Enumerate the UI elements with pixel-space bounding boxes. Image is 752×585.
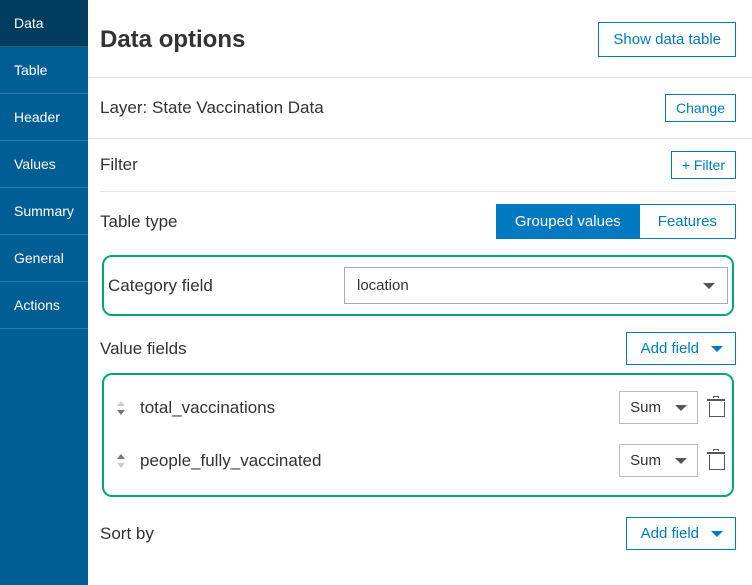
chevron-down-icon — [675, 458, 687, 464]
sidebar-item-general[interactable]: General — [0, 235, 88, 282]
value-field-row: people_fully_vaccinated Sum — [110, 434, 726, 487]
value-field-name: total_vaccinations — [140, 398, 609, 418]
value-fields-header: Value fields Add field — [100, 330, 736, 369]
chevron-down-icon — [703, 283, 715, 289]
layer-prefix: Layer: — [100, 98, 152, 117]
show-data-table-button[interactable]: Show data table — [598, 22, 736, 57]
reorder-handle[interactable] — [112, 454, 130, 468]
aggregation-dropdown[interactable]: Sum — [619, 391, 698, 424]
trash-icon — [713, 449, 719, 451]
aggregation-dropdown[interactable]: Sum — [619, 444, 698, 477]
value-field-name: people_fully_vaccinated — [140, 451, 609, 471]
sidebar-item-data[interactable]: Data — [0, 0, 88, 47]
delete-field-button[interactable] — [708, 452, 724, 470]
category-field-label: Category field — [108, 276, 334, 296]
add-filter-button[interactable]: + Filter — [671, 151, 736, 179]
sidebar-item-label: Table — [14, 62, 47, 78]
trash-icon — [713, 396, 719, 398]
chevron-down-icon — [675, 405, 687, 411]
layer-name: State Vaccination Data — [152, 98, 324, 117]
chevron-down-icon — [711, 531, 723, 537]
page-title: Data options — [100, 26, 245, 54]
heading-row: Data options Show data table — [88, 0, 752, 77]
table-type-features[interactable]: Features — [639, 204, 736, 239]
sidebar-item-label: Values — [14, 156, 56, 172]
filter-row: Filter + Filter — [100, 139, 736, 192]
sidebar-item-label: Data — [14, 15, 44, 31]
value-fields-label: Value fields — [100, 339, 187, 359]
sidebar-item-label: General — [14, 250, 64, 266]
sidebar-item-label: Summary — [14, 203, 74, 219]
sidebar-item-table[interactable]: Table — [0, 47, 88, 94]
category-field-highlight: Category field location — [102, 255, 734, 316]
aggregation-value: Sum — [630, 399, 661, 416]
filter-label: Filter — [100, 155, 138, 175]
sort-by-header: Sort by Add field — [100, 511, 736, 562]
add-sort-field-button[interactable]: Add field — [626, 517, 736, 550]
arrow-down-icon — [117, 463, 125, 468]
layer-title: Layer: State Vaccination Data — [100, 98, 324, 118]
value-fields-highlight: total_vaccinations Sum people_fully_vacc… — [102, 373, 734, 497]
sidebar-item-label: Actions — [14, 297, 60, 313]
sidebar: Data Table Header Values Summary General… — [0, 0, 88, 585]
main-panel: Data options Show data table Layer: Stat… — [88, 0, 752, 585]
table-type-grouped-values[interactable]: Grouped values — [496, 204, 639, 239]
add-field-label: Add field — [641, 340, 699, 357]
sidebar-item-header[interactable]: Header — [0, 94, 88, 141]
chevron-down-icon — [711, 346, 723, 352]
category-field-value: location — [357, 277, 409, 294]
delete-field-button[interactable] — [708, 399, 724, 417]
table-type-label: Table type — [100, 212, 178, 232]
sort-by-label: Sort by — [100, 524, 154, 544]
sidebar-item-summary[interactable]: Summary — [0, 188, 88, 235]
sidebar-item-label: Header — [14, 109, 60, 125]
arrow-down-icon — [117, 410, 125, 415]
layer-row: Layer: State Vaccination Data Change — [88, 77, 752, 139]
add-field-label: Add field — [641, 525, 699, 542]
change-layer-button[interactable]: Change — [665, 94, 736, 122]
add-value-field-button[interactable]: Add field — [626, 332, 736, 365]
category-field-dropdown[interactable]: location — [344, 267, 728, 304]
reorder-handle[interactable] — [112, 401, 130, 415]
table-type-row: Table type Grouped values Features — [100, 192, 736, 251]
sidebar-item-actions[interactable]: Actions — [0, 282, 88, 329]
sidebar-item-values[interactable]: Values — [0, 141, 88, 188]
value-field-row: total_vaccinations Sum — [110, 381, 726, 434]
table-type-segmented: Grouped values Features — [496, 204, 736, 239]
category-field-row: Category field location — [108, 257, 728, 314]
aggregation-value: Sum — [630, 452, 661, 469]
arrow-up-icon — [117, 454, 125, 459]
arrow-up-icon — [117, 401, 125, 406]
